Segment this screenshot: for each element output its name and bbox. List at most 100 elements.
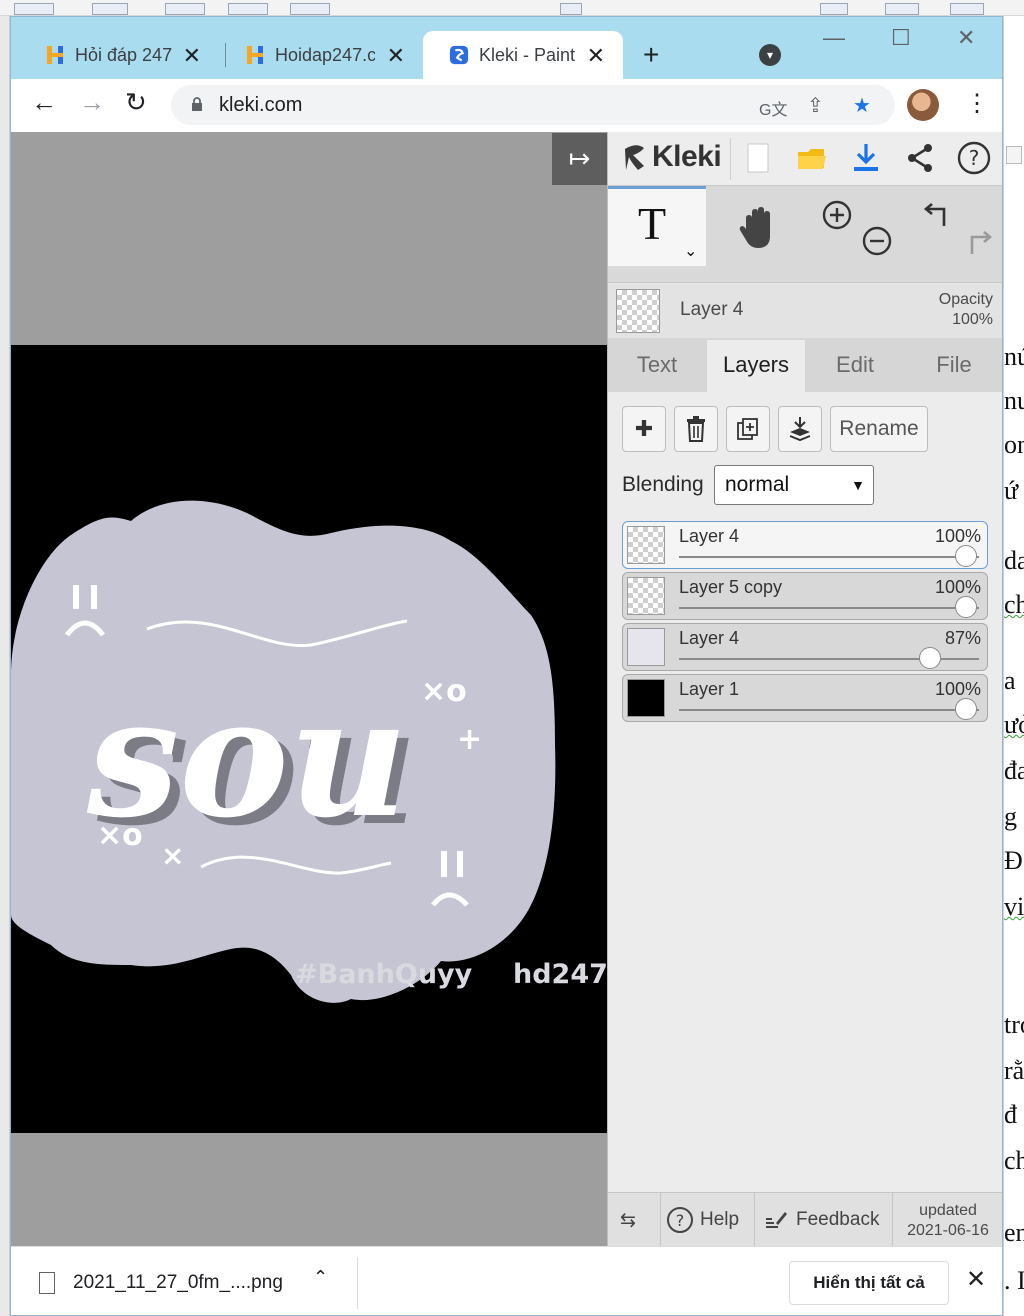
- panel-footer: ⇆ ? Help Feedback updated 2021-06-16: [608, 1192, 1002, 1247]
- kleki-logo[interactable]: Kleki: [620, 140, 722, 174]
- omnibox[interactable]: kleki.com G文 ⇪ ★: [171, 85, 895, 125]
- chevron-down-icon[interactable]: ⌄: [684, 241, 697, 261]
- tab-hoidap247-1[interactable]: Hỏi đáp 247 - ✕: [19, 31, 219, 79]
- profile-avatar[interactable]: [907, 89, 939, 121]
- canvas-viewport[interactable]: ↦ ×o + ×o × sou sou #BanhQuyy hd247: [11, 132, 607, 1246]
- tab-edit[interactable]: Edit: [806, 340, 904, 392]
- text-tool-icon: T: [638, 198, 667, 249]
- browser-menu-icon[interactable]: ⋮: [965, 89, 989, 118]
- watermark-right: hd247: [513, 959, 607, 990]
- background-toolbar-item: [228, 3, 268, 15]
- background-toolbar-strip: [0, 0, 1024, 16]
- background-text-fragment: nú: [1004, 342, 1024, 371]
- add-layer-button[interactable]: ✚: [622, 406, 666, 452]
- share-icon[interactable]: [902, 140, 938, 176]
- new-tab-button[interactable]: +: [643, 39, 659, 71]
- opacity-value: 100%: [952, 311, 993, 328]
- share-page-icon[interactable]: ⇪: [807, 93, 824, 118]
- paint-canvas[interactable]: ×o + ×o × sou sou #BanhQuyy hd247: [11, 345, 607, 1133]
- close-download-bar-icon[interactable]: ✕: [966, 1265, 986, 1294]
- reload-icon[interactable]: ↻: [125, 87, 147, 118]
- download-item[interactable]: 2021_11_27_0fm_....png: [39, 1261, 283, 1305]
- background-toolbar-item: [885, 3, 919, 15]
- layer-opacity-slider-knob[interactable]: [955, 698, 977, 720]
- text-tool-button[interactable]: T ⌄: [608, 186, 706, 266]
- tool-row: T ⌄: [608, 186, 1002, 282]
- zoom-out-icon[interactable]: [860, 224, 894, 258]
- blending-label: Blending: [622, 473, 704, 496]
- show-all-downloads-button[interactable]: Hiển thị tất cả: [789, 1261, 949, 1305]
- background-text-fragment: tro: [1004, 1010, 1024, 1039]
- background-text-fragment: ưở: [1004, 710, 1024, 739]
- delete-layer-button[interactable]: [674, 406, 718, 452]
- bookmark-star-icon[interactable]: ★: [853, 93, 871, 118]
- close-tab-icon[interactable]: ✕: [387, 43, 405, 69]
- layer-opacity-track[interactable]: [679, 709, 979, 711]
- collapse-panel-icon[interactable]: ↦: [552, 133, 607, 185]
- help-icon[interactable]: ?: [956, 140, 992, 176]
- translate-icon[interactable]: G文: [759, 96, 787, 120]
- topbar-divider: [730, 138, 731, 180]
- layer-row[interactable]: Layer 5 copy 100%: [622, 572, 988, 620]
- layer-opacity-track[interactable]: [679, 556, 979, 558]
- background-ruler-marker: [1006, 146, 1022, 164]
- close-tab-icon[interactable]: ✕: [587, 43, 605, 69]
- background-text-fragment: . I: [1004, 1266, 1024, 1295]
- swap-side-button[interactable]: ⇆: [620, 1193, 636, 1247]
- duplicate-layer-button[interactable]: [726, 406, 770, 452]
- kleki-topbar: Kleki ?: [608, 132, 1002, 186]
- layer-row[interactable]: Layer 4 100%: [622, 521, 988, 569]
- active-layer-opacity: Opacity 100%: [939, 290, 993, 330]
- kleki-logo-icon: [625, 145, 644, 170]
- updated-label: updated: [919, 1202, 977, 1219]
- svg-text:?: ?: [969, 146, 980, 170]
- feedback-button[interactable]: Feedback: [764, 1193, 879, 1247]
- blending-mode-select[interactable]: normal ▼: [714, 465, 874, 505]
- background-text-fragment: da: [1004, 546, 1024, 575]
- layer-thumbnail: [627, 526, 665, 564]
- tab-hoidap247-2[interactable]: Hoidap247.cc ✕: [219, 31, 423, 79]
- close-window-icon[interactable]: ✕: [957, 25, 975, 51]
- tab-kleki[interactable]: Kleki - Paint T ✕: [423, 31, 623, 79]
- download-bar: 2021_11_27_0fm_....png ⌃ Hiển thị tất cả…: [11, 1246, 1002, 1315]
- redo-icon[interactable]: [960, 224, 994, 258]
- feedback-label: Feedback: [796, 1209, 880, 1230]
- background-toolbar-item: [560, 3, 582, 15]
- back-arrow-icon[interactable]: ←: [31, 87, 57, 118]
- tab-text[interactable]: Text: [608, 340, 706, 392]
- hand-tool-button[interactable]: [708, 186, 806, 266]
- hoidap-favicon-icon: [47, 46, 63, 64]
- tab-search-icon[interactable]: ▾: [759, 44, 781, 66]
- chevron-up-icon[interactable]: ⌃: [313, 1267, 328, 1288]
- maximize-window-icon[interactable]: ☐: [891, 25, 911, 51]
- merge-down-button[interactable]: [778, 406, 822, 452]
- layer-row[interactable]: Layer 4 87%: [622, 623, 988, 671]
- background-document-margin-left: [0, 16, 10, 1316]
- layer-row[interactable]: Layer 1 100%: [622, 674, 988, 722]
- background-text-fragment: ch: [1004, 1146, 1024, 1175]
- open-folder-icon[interactable]: [794, 140, 830, 176]
- layer-opacity-slider-knob[interactable]: [955, 596, 977, 618]
- background-toolbar-item: [14, 3, 54, 15]
- zoom-controls: [808, 186, 906, 266]
- tab-layers[interactable]: Layers: [707, 340, 805, 392]
- new-image-icon[interactable]: [740, 140, 776, 176]
- close-tab-icon[interactable]: ✕: [183, 43, 201, 69]
- layer-opacity-track[interactable]: [679, 607, 979, 609]
- help-button[interactable]: ? Help: [666, 1193, 739, 1247]
- minimize-window-icon[interactable]: —: [823, 25, 845, 51]
- background-text-fragment: nu: [1004, 386, 1024, 415]
- forward-arrow-icon[interactable]: →: [79, 87, 105, 118]
- doodle-tick: [457, 851, 463, 877]
- layer-opacity-slider-knob[interactable]: [955, 545, 977, 567]
- undo-icon[interactable]: [922, 196, 956, 230]
- url-text: kleki.com: [219, 94, 303, 116]
- trash-icon: [687, 416, 705, 442]
- download-icon[interactable]: [848, 140, 884, 176]
- tab-file[interactable]: File: [905, 340, 1002, 392]
- background-text-fragment: đa: [1004, 756, 1024, 785]
- zoom-in-icon[interactable]: [820, 198, 854, 232]
- layers-panel: ✚ Rename Blending normal ▼ Layer 4 100%: [608, 392, 1002, 1192]
- layer-opacity-slider-knob[interactable]: [918, 647, 941, 669]
- rename-layer-button[interactable]: Rename: [830, 406, 928, 452]
